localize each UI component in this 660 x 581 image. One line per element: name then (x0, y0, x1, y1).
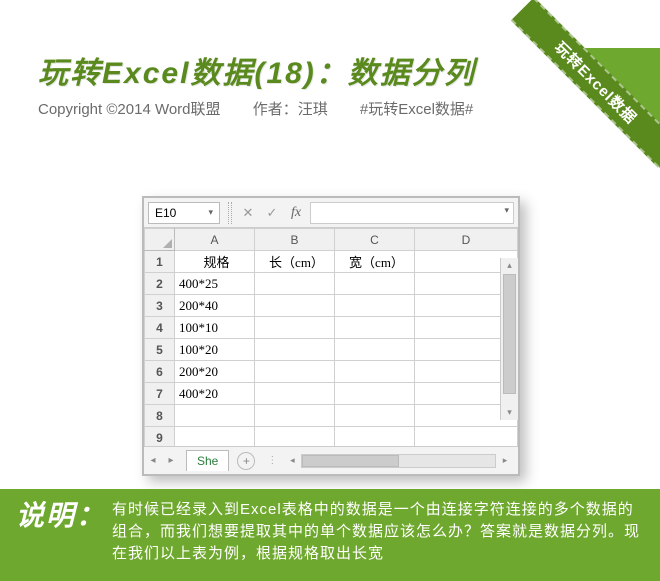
vertical-scrollbar[interactable] (500, 258, 518, 420)
hscroll-track[interactable] (301, 454, 496, 468)
formula-bar: E10 ✕ ✓ fx (144, 198, 518, 228)
row-header[interactable]: 8 (145, 405, 175, 427)
cell-a8[interactable] (175, 405, 255, 427)
cell-b1[interactable]: 长（cm） (255, 251, 335, 273)
cell-c7[interactable] (335, 383, 415, 405)
row-header[interactable]: 9 (145, 427, 175, 449)
row-header[interactable]: 4 (145, 317, 175, 339)
cell-b7[interactable] (255, 383, 335, 405)
cell-b2[interactable] (255, 273, 335, 295)
sheet-tab-bar: ◂ ▸ She + ⋮ ◂ ▸ (144, 446, 518, 474)
row-header[interactable]: 1 (145, 251, 175, 273)
horizontal-scrollbar[interactable]: ◂ ▸ (285, 454, 512, 468)
cell-a4[interactable]: 100*10 (175, 317, 255, 339)
sheet-nav-prev-icon[interactable]: ◂ (144, 455, 162, 466)
hscroll-thumb[interactable] (302, 455, 398, 467)
row-header[interactable]: 6 (145, 361, 175, 383)
enter-icon[interactable]: ✓ (261, 202, 283, 224)
cell-b9[interactable] (255, 427, 335, 449)
sheet-tab[interactable]: She (186, 450, 229, 471)
col-header-d[interactable]: D (415, 229, 518, 251)
excel-window: E10 ✕ ✓ fx A B C D 1规格长（cm）宽（cm） 2400*25… (142, 196, 520, 476)
row-header[interactable]: 7 (145, 383, 175, 405)
new-sheet-icon[interactable]: + (237, 452, 255, 470)
fx-icon[interactable]: fx (285, 202, 307, 224)
cell-b4[interactable] (255, 317, 335, 339)
spreadsheet-grid[interactable]: A B C D 1规格长（cm）宽（cm） 2400*25 3200*40 41… (144, 228, 518, 448)
caption-bar: 说明： 有时候已经录入到Excel表格中的数据是一个由连接字符连接的多个数据的组… (0, 489, 660, 581)
caption-text: 有时候已经录入到Excel表格中的数据是一个由连接字符连接的多个数据的组合，而我… (112, 499, 644, 565)
cell-b5[interactable] (255, 339, 335, 361)
cell-c6[interactable] (335, 361, 415, 383)
cancel-icon[interactable]: ✕ (237, 202, 259, 224)
cell-a6[interactable]: 200*20 (175, 361, 255, 383)
hscroll-left-icon[interactable]: ◂ (285, 455, 299, 466)
hscroll-right-icon[interactable]: ▸ (498, 455, 512, 466)
cell-c8[interactable] (335, 405, 415, 427)
cell-b6[interactable] (255, 361, 335, 383)
hashtag-text: #玩转Excel数据# (360, 101, 473, 118)
cell-c9[interactable] (335, 427, 415, 449)
copyright-text: Copyright ©2014 Word联盟 (38, 101, 221, 118)
name-box[interactable]: E10 (148, 202, 220, 224)
cell-c3[interactable] (335, 295, 415, 317)
cell-c5[interactable] (335, 339, 415, 361)
sheet-more-icon[interactable]: ⋮ (267, 455, 275, 466)
cell-a3[interactable]: 200*40 (175, 295, 255, 317)
cell-b3[interactable] (255, 295, 335, 317)
cell-c4[interactable] (335, 317, 415, 339)
cell-a5[interactable]: 100*20 (175, 339, 255, 361)
col-header-a[interactable]: A (175, 229, 255, 251)
sheet-nav-next-icon[interactable]: ▸ (162, 455, 180, 466)
cell-b8[interactable] (255, 405, 335, 427)
col-header-b[interactable]: B (255, 229, 335, 251)
cell-a2[interactable]: 400*25 (175, 273, 255, 295)
cell-a1[interactable]: 规格 (175, 251, 255, 273)
name-box-value: E10 (155, 206, 176, 220)
caption-label: 说明： (16, 499, 106, 565)
author-text: 作者：汪琪 (253, 101, 328, 118)
vertical-scrollbar-thumb[interactable] (503, 274, 516, 394)
row-header[interactable]: 2 (145, 273, 175, 295)
cell-a9[interactable] (175, 427, 255, 449)
cell-c2[interactable] (335, 273, 415, 295)
separator (228, 202, 232, 224)
row-header[interactable]: 5 (145, 339, 175, 361)
cell-a7[interactable]: 400*20 (175, 383, 255, 405)
row-header[interactable]: 3 (145, 295, 175, 317)
cell-d9[interactable] (415, 427, 518, 449)
cell-c1[interactable]: 宽（cm） (335, 251, 415, 273)
formula-input[interactable] (310, 202, 514, 224)
select-all-corner[interactable] (145, 229, 175, 251)
col-header-c[interactable]: C (335, 229, 415, 251)
